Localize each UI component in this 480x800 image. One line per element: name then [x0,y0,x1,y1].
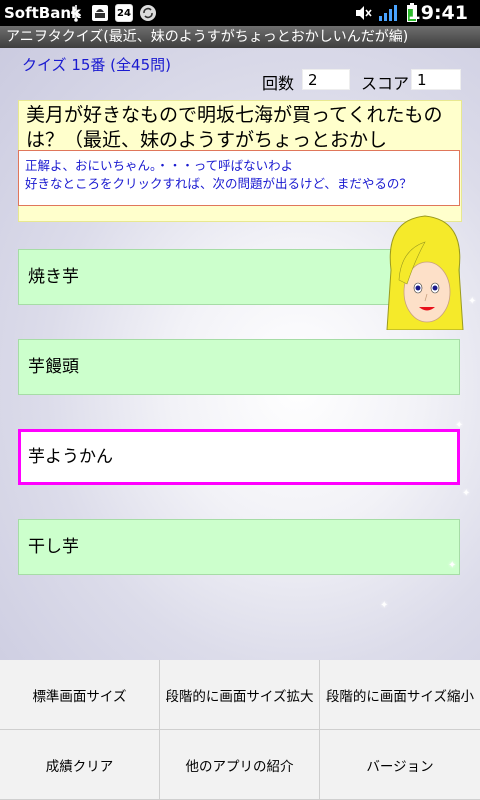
android-debug-icon [90,3,110,23]
answer-message: 正解よ、おにいちゃん。・・・って呼ばないわよ 好きなところをクリックすれば、次の… [18,150,460,206]
quiz-screen[interactable]: クイズ 15番 (全45問) 回数 2 スコア 1 美月が好きなもので明坂七海が… [0,48,480,660]
score-label: スコア [361,74,410,93]
menu-clear-score[interactable]: 成績クリア [0,730,160,800]
quiz-number: クイズ 15番 (全45問) [22,56,171,74]
signal-icon [378,3,398,23]
answer-line-1: 正解よ、おにいちゃん。・・・って呼ばないわよ [25,158,294,173]
girl-character-icon [386,215,464,330]
menu-zoom-in[interactable]: 段階的に画面サイズ拡大 [160,660,320,730]
answer-line-2: 好きなところをクリックすれば、次の問題が出るけど、まだやるの？ [25,176,412,191]
options-menu: 標準画面サイズ 段階的に画面サイズ拡大 段階的に画面サイズ縮小 成績クリア 他の… [0,660,480,800]
count-value: 2 [302,69,350,90]
sparkle-icon: ✦ [448,560,457,571]
menu-standard-size[interactable]: 標準画面サイズ [0,660,160,730]
usb-icon [66,3,86,23]
menu-other-apps[interactable]: 他のアプリの紹介 [160,730,320,800]
app-title-bar: アニヲタクイズ(最近、妹のようすがちょっとおかしいんだが編) [0,26,480,48]
sparkle-icon: ✦ [380,600,389,611]
menu-version[interactable]: バージョン [320,730,480,800]
notification-24-icon: 24 [114,3,134,23]
score-value: 1 [411,69,461,90]
sync-icon [138,3,158,23]
question-text: 美月が好きなもので明坂七海が買ってくれたものは？（最近、妹のようすがちょっとおか… [26,104,443,151]
choice-4[interactable]: 干し芋 [18,519,460,575]
sparkle-icon: ✦ [468,296,477,307]
clock: 19:41 [407,2,468,24]
menu-zoom-out[interactable]: 段階的に画面サイズ縮小 [320,660,480,730]
status-bar: SoftBank 24 19:41 [0,0,480,26]
sparkle-icon: ✦ [462,488,471,499]
count-label: 回数 [262,74,295,93]
choice-2[interactable]: 芋饅頭 [18,339,460,395]
sparkle-icon: ✦ [455,420,464,431]
mute-icon [354,3,374,23]
choice-3[interactable]: 芋ようかん [18,429,460,485]
